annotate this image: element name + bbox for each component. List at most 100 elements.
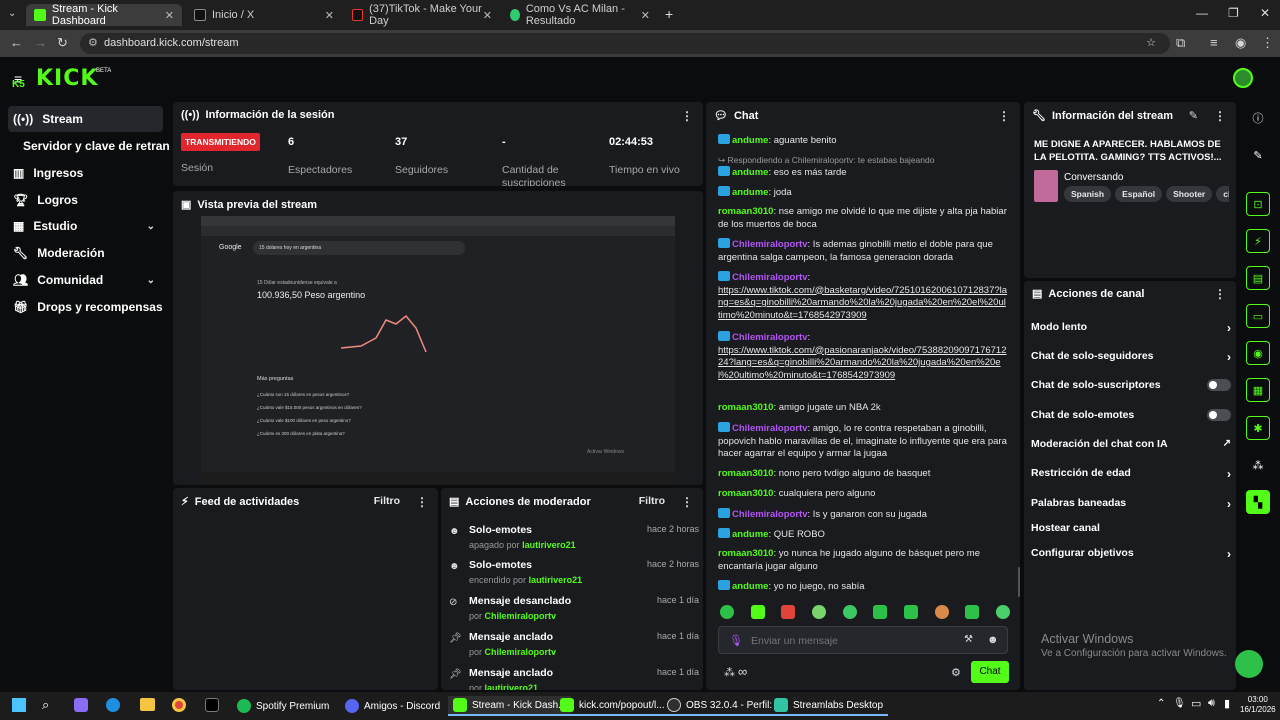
new-tab-button[interactable]: + [665, 6, 673, 22]
chat-username[interactable]: romaan3010 [718, 468, 773, 479]
tag[interactable]: Shooter [1166, 186, 1213, 202]
microphone-icon[interactable]: 🎙︎ [729, 634, 743, 647]
bookmark-star-icon[interactable]: ☆ [1146, 33, 1156, 54]
tag[interactable]: Spanish [1064, 186, 1112, 202]
chat-link[interactable]: https://www.tiktok.com/@pasionaranjaok/v… [718, 345, 1008, 383]
minimize-icon[interactable]: — [1196, 6, 1208, 20]
media-icon[interactable]: ≡ [1210, 35, 1218, 50]
clock[interactable]: 03:00 16/1/2026 [1240, 695, 1276, 715]
search-icon[interactable]: ⌕ [42, 697, 49, 713]
emote-icon[interactable] [934, 605, 949, 619]
window-close-icon[interactable]: ✕ [1260, 6, 1270, 20]
chat-username[interactable]: andume [732, 135, 768, 146]
windows-start-icon[interactable] [12, 698, 26, 712]
support-chat-icon[interactable] [1235, 650, 1263, 678]
edit-icon[interactable]: ✎ [1246, 143, 1270, 167]
menu-icon[interactable]: ⋮ [1261, 35, 1274, 51]
close-icon[interactable]: ✕ [641, 9, 650, 22]
more-options-icon[interactable]: ⋮ [416, 495, 428, 509]
clapperboard-icon[interactable]: ▚ [1246, 490, 1270, 514]
forward-icon[interactable]: → [34, 35, 47, 50]
taskbar-app-spotify[interactable]: Spotify Premium [232, 696, 334, 716]
filter-button[interactable]: Filtro [639, 495, 665, 507]
more-options-icon[interactable]: ⋮ [681, 495, 693, 509]
emoji-icon[interactable]: ☻ [987, 634, 999, 646]
site-info-icon[interactable]: ⚙ [88, 33, 98, 54]
chat-username[interactable]: Chilemiraloportv [732, 239, 808, 250]
avatar[interactable] [1233, 68, 1253, 88]
reload-icon[interactable]: ↻ [57, 35, 68, 51]
document-icon[interactable]: ▤ [1246, 266, 1270, 290]
copilot-icon[interactable] [74, 698, 88, 712]
edit-icon[interactable]: ✎ [1189, 109, 1198, 122]
chat-username[interactable]: romaan3010 [718, 402, 773, 413]
action-ai-moderation[interactable]: Moderación del chat con IA ↗ [1031, 438, 1231, 450]
chat-username[interactable]: andume [732, 167, 768, 178]
sidebar-item-ingresos[interactable]: ▥ Ingresos [8, 160, 163, 186]
category-thumbnail[interactable] [1034, 170, 1058, 202]
sidebar-item-server-key[interactable]: Servidor y clave de retransm [18, 133, 170, 159]
tab-tiktok[interactable]: (37)TikTok - Make Your Day ✕ [344, 3, 500, 27]
stream-preview-video[interactable]: Google 15 dolares hoy en argentina 15 Dó… [201, 216, 675, 484]
emote-icon[interactable] [842, 605, 857, 619]
action-followers-only[interactable]: Chat de solo-seguidores › [1031, 350, 1231, 364]
send-chat-button[interactable]: Chat [971, 661, 1009, 683]
info-icon[interactable]: ⓘ [1246, 106, 1270, 130]
network-icon[interactable]: ▭ [1191, 697, 1201, 710]
emote-icon[interactable] [965, 605, 980, 619]
filter-button[interactable]: Filtro [374, 495, 400, 507]
profile-icon[interactable]: ◉ [1235, 35, 1246, 51]
chat-input[interactable] [751, 633, 931, 649]
sidebar-item-moderacion[interactable]: 🔧︎ Moderación [8, 240, 163, 266]
chat-username[interactable]: romaan3010 [718, 206, 773, 217]
folder-icon[interactable] [140, 698, 155, 711]
emote-icon[interactable] [720, 605, 734, 619]
toggle-switch[interactable] [1207, 379, 1231, 391]
close-icon[interactable]: ✕ [483, 9, 492, 22]
emote-icon[interactable] [903, 605, 918, 619]
action-host-channel[interactable]: Hostear canal [1031, 522, 1231, 534]
taskbar-app-kick-dashboard[interactable]: Stream - Kick Dash... [448, 696, 572, 716]
infinity-icon[interactable]: ∞ [738, 664, 747, 679]
chat-bubble-icon[interactable]: ▭ [1246, 304, 1270, 328]
taskbar-app-streamlabs[interactable]: Streamlabs Desktop [769, 696, 889, 716]
lightning-icon[interactable]: ⚡︎ [1246, 229, 1270, 253]
chat-username[interactable]: Chilemiraloportv [732, 272, 808, 283]
chat-username[interactable]: romaan3010 [718, 548, 773, 559]
tab-como-milan[interactable]: Como Vs AC Milan - Resultado ✕ [502, 3, 658, 27]
maximize-icon[interactable]: ❐ [1228, 6, 1239, 20]
tab-x[interactable]: Inicio / X ✕ [186, 4, 342, 26]
points-icon[interactable]: ⁂ [1246, 453, 1270, 477]
mod-action-user[interactable]: Chilemiraloportv [485, 611, 557, 621]
volume-icon[interactable]: 🔊︎ [1208, 697, 1215, 710]
chat-username[interactable]: Chilemiraloportv [732, 423, 808, 434]
toggle-switch[interactable] [1207, 409, 1231, 421]
more-options-icon[interactable]: ⋮ [1214, 287, 1226, 301]
emote-icon[interactable] [750, 605, 765, 619]
tag[interactable]: Español [1115, 186, 1163, 202]
close-icon[interactable]: ✕ [325, 9, 334, 22]
points-icon[interactable]: ⁂ [724, 666, 735, 679]
tiktok-icon[interactable] [205, 698, 219, 712]
emote-icon[interactable] [873, 605, 888, 619]
tab-list-icon[interactable]: ⌄ [8, 8, 16, 19]
chat-input-box[interactable]: 🎙︎ ⚒︎ ☻ [718, 626, 1008, 654]
chat-username[interactable]: Chilemiraloportv [732, 509, 808, 520]
close-icon[interactable]: ✕ [165, 9, 174, 22]
chat-settings-icon[interactable]: ⚙ [951, 666, 961, 679]
url-field[interactable]: ⚙ dashboard.kick.com/stream ☆ [80, 33, 1170, 54]
action-age-restriction[interactable]: Restricción de edad › [1031, 467, 1231, 481]
action-banned-words[interactable]: Palabras baneadas › [1031, 497, 1231, 511]
more-options-icon[interactable]: ⋮ [681, 109, 693, 123]
screenshot-icon[interactable]: ⊡ [1246, 192, 1270, 216]
back-icon[interactable]: ← [10, 35, 23, 50]
mod-action-user[interactable]: Chilemiraloportv [485, 647, 557, 657]
layout-icon[interactable]: ▦ [1246, 378, 1270, 402]
extensions-icon[interactable]: ⧉ [1176, 35, 1185, 51]
category-name[interactable]: Conversando [1064, 172, 1123, 183]
taskbar-app-discord[interactable]: Amigos - Discord [340, 696, 445, 716]
sidebar-item-estudio[interactable]: ▦ Estudio ⌄ [8, 213, 163, 239]
chat-link[interactable]: https://www.tiktok.com/@basketarg/video/… [718, 285, 1008, 323]
chat-scrollbar[interactable] [1018, 567, 1020, 597]
action-goals[interactable]: Configurar objetivos › [1031, 547, 1231, 561]
